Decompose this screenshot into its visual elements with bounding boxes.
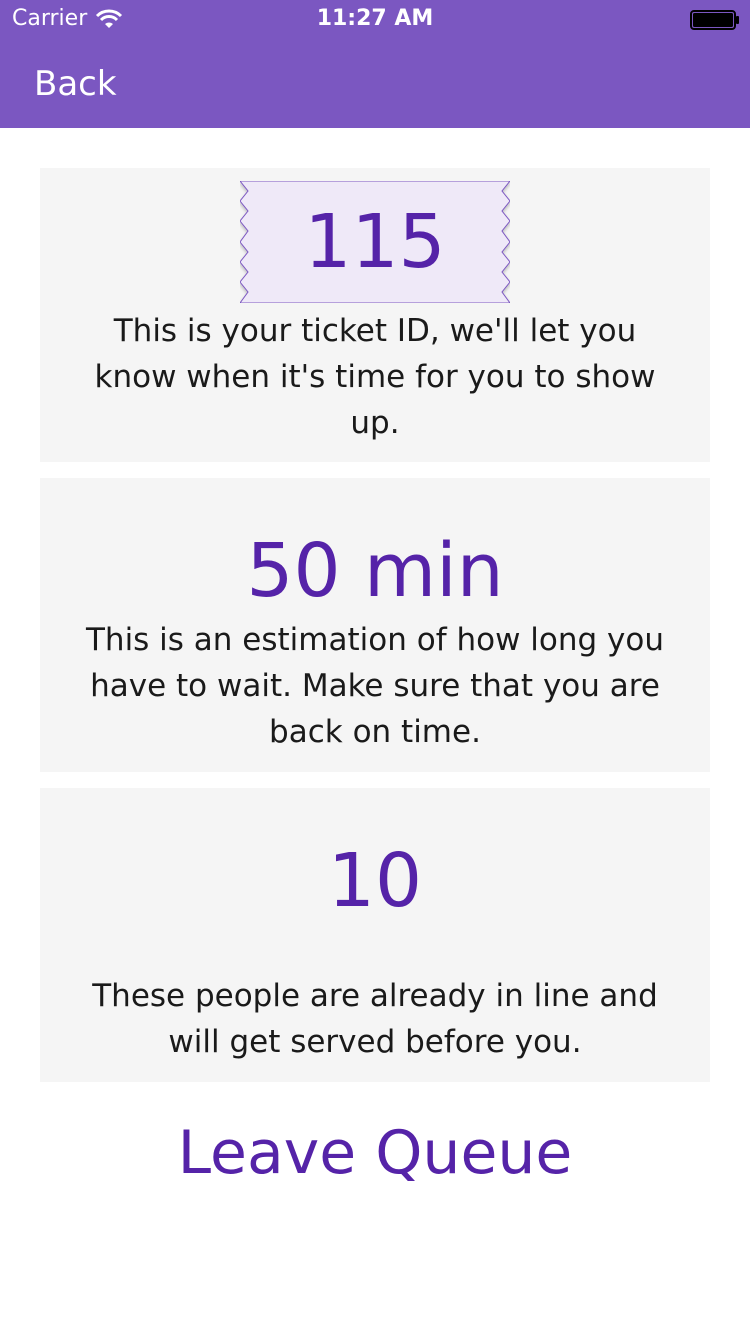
ticket-description: This is your ticket ID, we'll let you kn… [94, 313, 656, 441]
ticket-stub: 115 [240, 181, 510, 303]
wait-time-value: 50 min [246, 528, 504, 614]
queue-count-value: 10 [327, 838, 423, 924]
status-bar: Carrier 11:27 AM [0, 0, 750, 40]
back-button[interactable]: Back [34, 64, 117, 104]
wait-time-description: This is an estimation of how long you ha… [85, 622, 664, 750]
wait-time-card: 50 min This is an estimation of how long… [40, 478, 710, 772]
battery-icon [690, 10, 740, 30]
ticket-id: 115 [304, 199, 446, 285]
queue-count-description: These people are already in line and wil… [92, 978, 658, 1060]
ticket-card: 115 This is your ticket ID, we'll let yo… [40, 168, 710, 462]
status-time: 11:27 AM [316, 6, 434, 31]
navigation-header: Carrier 11:27 AM Back [0, 0, 750, 128]
queue-count-card: 10 These people are already in line and … [40, 788, 710, 1082]
leave-queue-button[interactable]: Leave Queue [0, 1118, 750, 1188]
